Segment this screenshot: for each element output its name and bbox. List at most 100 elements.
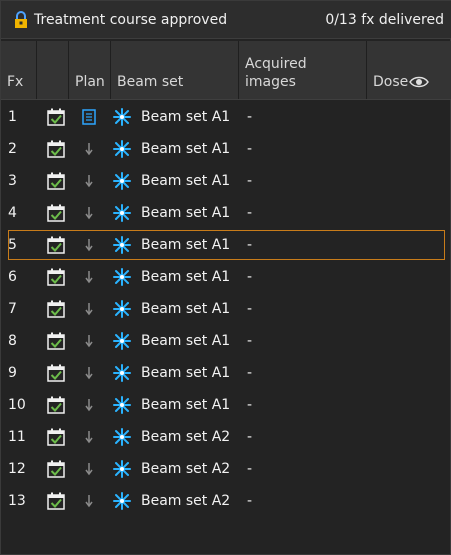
calendar-check-icon: [47, 332, 65, 350]
beam-set-icon: [113, 204, 131, 222]
arrow-down-icon: [85, 367, 93, 380]
fraction-number: 9: [8, 365, 17, 381]
beam-set-icon: [113, 108, 131, 126]
beam-set-icon: [113, 492, 131, 510]
column-header-dose[interactable]: Dose: [367, 41, 451, 99]
beam-set-icon: [113, 300, 131, 318]
table-row[interactable]: 6 Beam set A1 -: [1, 261, 451, 293]
calendar-check-icon: [47, 236, 65, 254]
lock-icon: [15, 11, 27, 28]
column-header-beam-set[interactable]: Beam set: [111, 41, 239, 99]
fraction-number: 2: [8, 141, 17, 157]
arrow-down-icon: [85, 463, 93, 476]
fraction-number: 12: [8, 461, 26, 477]
fraction-number: 5: [8, 237, 17, 253]
fraction-number: 6: [8, 269, 17, 285]
calendar-check-icon: [47, 364, 65, 382]
beam-set-icon: [113, 172, 131, 190]
beam-set-icon: [113, 364, 131, 382]
treatment-course-panel: Treatment course approved 0/13 fx delive…: [0, 0, 451, 555]
acquired-images-value: -: [247, 333, 253, 349]
table-row[interactable]: 4 Beam set A1 -: [1, 197, 451, 229]
calendar-check-icon: [47, 300, 65, 318]
calendar-check-icon: [47, 140, 65, 158]
beam-set-label[interactable]: Beam set A1: [141, 236, 230, 254]
table-row[interactable]: 10 Beam set A1 -: [1, 389, 451, 421]
acquired-images-value: -: [247, 429, 253, 445]
fraction-number: 7: [8, 301, 17, 317]
beam-set-label[interactable]: Beam set A1: [141, 108, 230, 126]
arrow-down-icon: [85, 143, 93, 156]
calendar-check-icon: [47, 172, 65, 190]
acquired-images-value: -: [247, 173, 253, 189]
column-header-fx[interactable]: Fx: [1, 41, 37, 99]
beam-set-icon: [113, 236, 131, 254]
table-row[interactable]: 11 Beam set A2 -: [1, 421, 451, 453]
calendar-check-icon: [47, 268, 65, 286]
table-row[interactable]: 9 Beam set A1 -: [1, 357, 451, 389]
table-row[interactable]: 3 Beam set A1 -: [1, 165, 451, 197]
beam-set-label[interactable]: Beam set A2: [141, 492, 230, 510]
beam-set-label[interactable]: Beam set A1: [141, 172, 230, 190]
fraction-number: 13: [8, 493, 26, 509]
column-header-check[interactable]: [37, 41, 69, 99]
arrow-down-icon: [85, 271, 93, 284]
beam-set-label[interactable]: Beam set A1: [141, 300, 230, 318]
calendar-check-icon: [47, 428, 65, 446]
arrow-down-icon: [85, 207, 93, 220]
document-icon[interactable]: [81, 109, 97, 125]
beam-set-icon: [113, 268, 131, 286]
beam-set-icon: [113, 140, 131, 158]
beam-set-label[interactable]: Beam set A1: [141, 364, 230, 382]
table-row[interactable]: 2 Beam set A1 -: [1, 133, 451, 165]
course-status-title: Treatment course approved: [34, 12, 228, 28]
calendar-check-icon: [47, 396, 65, 414]
acquired-images-value: -: [247, 205, 253, 221]
acquired-images-value: -: [247, 109, 253, 125]
fraction-number: 3: [8, 173, 17, 189]
fx-delivered-status: 0/13 fx delivered: [325, 12, 444, 28]
arrow-down-icon: [85, 335, 93, 348]
acquired-images-value: -: [247, 365, 253, 381]
beam-set-label[interactable]: Beam set A1: [141, 396, 230, 414]
arrow-down-icon: [85, 431, 93, 444]
status-bar: Treatment course approved 0/13 fx delive…: [1, 1, 451, 39]
fraction-number: 10: [8, 397, 26, 413]
table-header: Fx Plan Beam set Acquired images Dose: [1, 41, 451, 100]
beam-set-label[interactable]: Beam set A1: [141, 140, 230, 158]
calendar-check-icon: [47, 204, 65, 222]
beam-set-icon: [113, 396, 131, 414]
acquired-images-value: -: [247, 397, 253, 413]
table-row[interactable]: 7 Beam set A1 -: [1, 293, 451, 325]
fraction-number: 1: [8, 109, 17, 125]
calendar-check-icon: [47, 492, 65, 510]
acquired-images-value: -: [247, 237, 253, 253]
acquired-images-value: -: [247, 141, 253, 157]
arrow-down-icon: [85, 303, 93, 316]
acquired-images-value: -: [247, 269, 253, 285]
arrow-down-icon: [85, 175, 93, 188]
beam-set-label[interactable]: Beam set A1: [141, 268, 230, 286]
table-row[interactable]: 5 Beam set A1 -: [7, 229, 446, 261]
beam-set-icon: [113, 332, 131, 350]
table-row[interactable]: 1 Beam set A1 -: [1, 101, 451, 133]
beam-set-label[interactable]: Beam set A2: [141, 460, 230, 478]
acquired-images-value: -: [247, 301, 253, 317]
arrow-down-icon: [85, 239, 93, 252]
column-header-acquired-images[interactable]: Acquired images: [239, 41, 367, 99]
table-row[interactable]: 8 Beam set A1 -: [1, 325, 451, 357]
acquired-images-value: -: [247, 461, 253, 477]
table-row[interactable]: 12 Beam set A2 -: [1, 453, 451, 485]
eye-icon[interactable]: [409, 76, 429, 88]
beam-set-icon: [113, 460, 131, 478]
column-header-plan[interactable]: Plan: [69, 41, 111, 99]
beam-set-label[interactable]: Beam set A1: [141, 332, 230, 350]
beam-set-label[interactable]: Beam set A2: [141, 428, 230, 446]
fraction-number: 11: [8, 429, 26, 445]
calendar-check-icon: [47, 460, 65, 478]
fraction-number: 4: [8, 205, 17, 221]
calendar-check-icon: [47, 108, 65, 126]
table-row[interactable]: 13 Beam set A2 -: [1, 485, 451, 517]
beam-set-label[interactable]: Beam set A1: [141, 204, 230, 222]
beam-set-icon: [113, 428, 131, 446]
